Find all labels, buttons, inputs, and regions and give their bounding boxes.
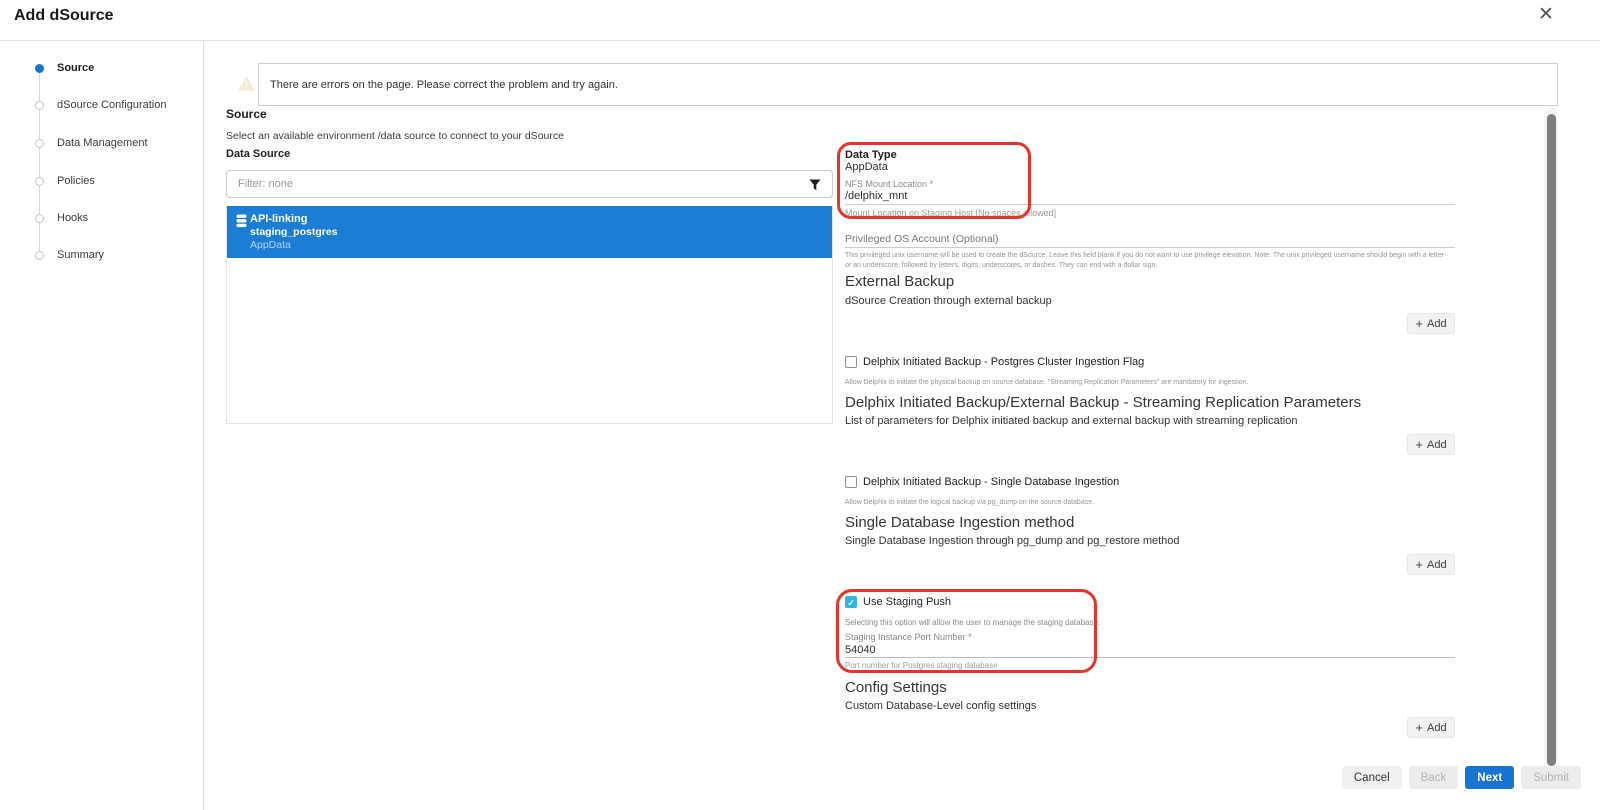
filter-funnel-icon[interactable] bbox=[809, 179, 821, 191]
add-dsource-dialog: Add dSource ✕ Source dSource Configurati… bbox=[0, 0, 1600, 810]
step-dot-policies bbox=[35, 177, 44, 186]
data-type-label: Data Type bbox=[845, 149, 897, 161]
data-source-type: AppData bbox=[250, 239, 291, 251]
add-button-label: Add bbox=[1427, 439, 1447, 451]
privileged-os-account-label: Privileged OS Account (Optional) bbox=[845, 233, 999, 245]
back-button[interactable]: Back bbox=[1409, 766, 1459, 789]
data-source-list: API-linking staging_postgres AppData bbox=[226, 205, 833, 424]
cluster-ingestion-flag-checkbox[interactable] bbox=[845, 356, 857, 368]
streaming-replication-description: List of parameters for Delphix initiated… bbox=[845, 415, 1297, 427]
external-backup-heading: External Backup bbox=[845, 273, 954, 290]
add-button-label: Add bbox=[1427, 722, 1447, 734]
nfs-mount-location-field[interactable]: /delphix_mnt bbox=[845, 190, 907, 202]
stepper-item-source[interactable]: Source bbox=[57, 62, 94, 74]
single-db-method-description: Single Database Ingestion through pg_dum… bbox=[845, 535, 1180, 547]
data-source-subtitle: staging_postgres bbox=[250, 226, 338, 238]
next-button[interactable]: Next bbox=[1465, 766, 1514, 789]
plus-icon: + bbox=[1415, 437, 1423, 452]
database-icon bbox=[236, 214, 247, 228]
warning-triangle-icon bbox=[238, 76, 255, 91]
external-backup-description: dSource Creation through external backup bbox=[845, 295, 1052, 307]
submit-button[interactable]: Submit bbox=[1521, 766, 1581, 789]
stepper-item-policies[interactable]: Policies bbox=[57, 175, 95, 187]
header-divider bbox=[0, 40, 1600, 41]
data-type-value: AppData bbox=[845, 161, 888, 173]
add-button-label: Add bbox=[1427, 559, 1447, 571]
add-button-label: Add bbox=[1427, 318, 1447, 330]
staging-port-label: Staging Instance Port Number * bbox=[845, 632, 972, 642]
stepper-item-dsource-configuration[interactable]: dSource Configuration bbox=[57, 99, 166, 111]
use-staging-push-label: Use Staging Push bbox=[863, 596, 951, 608]
privileged-os-account-field[interactable] bbox=[845, 247, 1455, 248]
use-staging-push-helper: Selecting this option will allow the use… bbox=[845, 618, 1100, 627]
source-section-heading: Source bbox=[226, 107, 267, 121]
nfs-mount-underline bbox=[845, 204, 1455, 205]
step-dot-dsource-configuration bbox=[35, 101, 44, 110]
data-source-title: API-linking bbox=[250, 213, 307, 225]
step-dot-summary bbox=[35, 251, 44, 260]
plus-icon: + bbox=[1415, 557, 1423, 572]
streaming-replication-heading: Delphix Initiated Backup/External Backup… bbox=[845, 394, 1361, 411]
stepper-item-hooks[interactable]: Hooks bbox=[57, 212, 88, 224]
data-source-label: Data Source bbox=[226, 148, 290, 160]
source-section-subheading: Select an available environment /data so… bbox=[226, 130, 564, 142]
nfs-mount-helper: Mount Location on Staging Host [No space… bbox=[845, 208, 1056, 218]
page-title: Add dSource bbox=[14, 7, 114, 25]
cluster-ingestion-flag-label: Delphix Initiated Backup - Postgres Clus… bbox=[863, 356, 1144, 368]
step-dot-source bbox=[35, 64, 44, 73]
add-external-backup-button[interactable]: + Add bbox=[1407, 313, 1455, 334]
footer-actions: Cancel Back Next Submit bbox=[1342, 766, 1581, 789]
plus-icon: + bbox=[1415, 316, 1423, 331]
single-db-ingestion-helper: Allow Delphix to initiate the logical ba… bbox=[845, 498, 1094, 508]
scrollbar-thumb[interactable] bbox=[1547, 114, 1556, 766]
sidebar-divider bbox=[203, 41, 204, 810]
check-icon: ✓ bbox=[847, 598, 855, 608]
error-banner-text: There are errors on the page. Please cor… bbox=[270, 79, 618, 91]
add-streaming-replication-button[interactable]: + Add bbox=[1407, 434, 1455, 455]
add-single-db-method-button[interactable]: + Add bbox=[1407, 554, 1455, 575]
stepper-rail bbox=[39, 72, 40, 255]
cancel-button[interactable]: Cancel bbox=[1342, 766, 1402, 789]
single-db-ingestion-label: Delphix Initiated Backup - Single Databa… bbox=[863, 476, 1119, 488]
filter-input[interactable] bbox=[238, 172, 798, 196]
config-settings-description: Custom Database-Level config settings bbox=[845, 700, 1036, 712]
single-db-ingestion-checkbox[interactable] bbox=[845, 476, 857, 488]
step-dot-hooks bbox=[35, 214, 44, 223]
data-source-filter[interactable] bbox=[226, 170, 833, 198]
stepper-item-data-management[interactable]: Data Management bbox=[57, 137, 148, 149]
data-source-row-selected[interactable]: API-linking staging_postgres AppData bbox=[227, 206, 832, 258]
plus-icon: + bbox=[1415, 720, 1423, 735]
cluster-ingestion-flag-helper: Allow Delphix to initiate the physical b… bbox=[845, 378, 1248, 388]
staging-port-field[interactable]: 54040 bbox=[845, 644, 876, 656]
staging-port-underline bbox=[845, 657, 1455, 658]
close-icon[interactable]: ✕ bbox=[1538, 4, 1554, 26]
add-config-settings-button[interactable]: + Add bbox=[1407, 717, 1455, 738]
single-db-method-heading: Single Database Ingestion method bbox=[845, 514, 1074, 531]
use-staging-push-checkbox[interactable]: ✓ bbox=[845, 596, 857, 608]
stepper-item-summary[interactable]: Summary bbox=[57, 249, 104, 261]
step-dot-data-management bbox=[35, 139, 44, 148]
privileged-os-account-helper: This privileged unix username will be us… bbox=[845, 251, 1445, 270]
nfs-mount-location-label: NFS Mount Location * bbox=[845, 179, 933, 189]
config-settings-heading: Config Settings bbox=[845, 679, 947, 696]
staging-port-helper: Port number for Postgres staging databas… bbox=[845, 661, 998, 670]
